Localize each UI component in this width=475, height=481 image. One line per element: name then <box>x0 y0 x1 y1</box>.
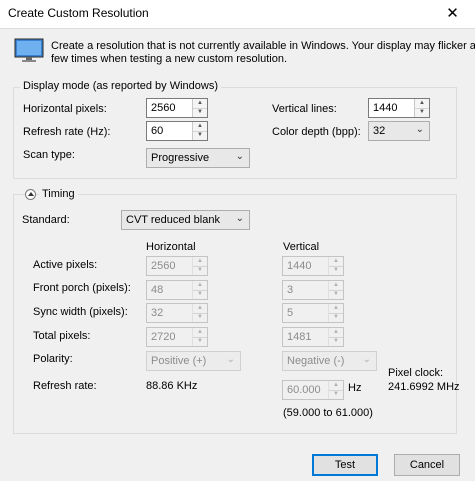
color-depth-value: 32 <box>373 125 386 137</box>
collapse-icon[interactable] <box>25 189 36 200</box>
vertical-lines-spinner[interactable]: 1440 ▲ ▼ <box>368 98 430 118</box>
intro-line-1: Create a resolution that is not currentl… <box>51 40 475 52</box>
active-pixels-label: Active pixels: <box>33 259 98 271</box>
color-depth-label: Color depth (bpp): <box>272 126 361 138</box>
front-porch-horizontal-value: 48 <box>151 284 164 296</box>
title-bar: Create Custom Resolution ✕ <box>0 0 475 28</box>
pixel-clock-label: Pixel clock: <box>388 367 444 379</box>
front-porch-horizontal-spinner: 48 ▲ ▼ <box>146 280 208 300</box>
total-pixels-horizontal-value: 2720 <box>151 331 176 343</box>
pixel-clock-value: 241.6992 MHz <box>388 381 460 393</box>
scan-type-label: Scan type: <box>23 149 75 161</box>
monitor-icon <box>14 38 44 62</box>
column-header-horizontal: Horizontal <box>146 241 196 253</box>
spin-down-icon: ▼ <box>333 314 339 320</box>
spin-down-icon[interactable]: ▼ <box>193 131 207 140</box>
spin-down-icon[interactable]: ▼ <box>193 108 207 117</box>
standard-label: Standard: <box>22 214 70 226</box>
polarity-horizontal-value: Positive (+) <box>151 355 207 367</box>
horizontal-pixels-value: 2560 <box>151 102 176 114</box>
horizontal-pixels-label: Horizontal pixels: <box>23 103 107 115</box>
chevron-down-icon: ⌄ <box>235 213 244 224</box>
front-porch-vertical-spinner: 3 ▲ ▼ <box>282 280 344 300</box>
polarity-horizontal-dropdown: Positive (+) ⌄ <box>146 351 241 371</box>
total-pixels-horizontal-spinner: 2720 ▲ ▼ <box>146 327 208 347</box>
sync-width-vertical-value: 5 <box>287 307 294 319</box>
total-pixels-vertical-spinner: 1481 ▲ ▼ <box>282 327 344 347</box>
color-depth-dropdown[interactable]: 32 ⌄ <box>368 121 430 141</box>
horizontal-refresh-rate-value: 88.86 KHz <box>146 380 198 392</box>
timing-refresh-rate-label: Refresh rate: <box>33 380 97 392</box>
active-pixels-horizontal-value: 2560 <box>151 260 176 272</box>
refresh-rate-unit: Hz <box>348 382 362 394</box>
column-header-vertical: Vertical <box>283 241 320 253</box>
active-pixels-vertical-value: 1440 <box>287 260 312 272</box>
refresh-rate-spinner[interactable]: 60 ▲ ▼ <box>146 121 208 141</box>
sync-width-label: Sync width (pixels): <box>33 306 128 318</box>
active-pixels-horizontal-spinner: 2560 ▲ ▼ <box>146 256 208 276</box>
spin-down-icon: ▼ <box>197 291 203 297</box>
vertical-refresh-rate-spinner: 60.000 ▲ ▼ <box>282 380 344 400</box>
polarity-vertical-value: Negative (-) <box>287 355 345 367</box>
vertical-lines-value: 1440 <box>373 102 398 114</box>
total-pixels-label: Total pixels: <box>33 330 91 342</box>
horizontal-pixels-spinner[interactable]: 2560 ▲ ▼ <box>146 98 208 118</box>
window-title: Create Custom Resolution <box>8 6 149 20</box>
scan-type-value: Progressive <box>151 152 210 164</box>
display-mode-group-title: Display mode (as reported by Windows) <box>20 80 222 92</box>
vertical-refresh-rate-value: 60.000 <box>287 384 321 396</box>
spin-down-icon: ▼ <box>333 391 339 397</box>
intro-line-2: few times when testing a new custom reso… <box>51 53 288 65</box>
chevron-down-icon: ⌄ <box>362 354 371 365</box>
timing-group-title[interactable]: Timing <box>39 188 78 200</box>
polarity-vertical-dropdown: Negative (-) ⌄ <box>282 351 377 371</box>
sync-width-vertical-spinner: 5 ▲ ▼ <box>282 303 344 323</box>
standard-dropdown[interactable]: CVT reduced blank ⌄ <box>121 210 250 230</box>
spin-down-icon: ▼ <box>333 338 339 344</box>
front-porch-label: Front porch (pixels): <box>33 282 131 294</box>
spin-down-icon: ▼ <box>197 338 203 344</box>
close-button[interactable]: ✕ <box>430 0 475 28</box>
total-pixels-vertical-value: 1481 <box>287 331 312 343</box>
chevron-down-icon: ⌄ <box>235 151 244 162</box>
active-pixels-vertical-spinner: 1440 ▲ ▼ <box>282 256 344 276</box>
spin-down-icon: ▼ <box>333 267 339 273</box>
standard-value: CVT reduced blank <box>126 214 220 226</box>
cancel-button[interactable]: Cancel <box>394 454 460 476</box>
vertical-lines-label: Vertical lines: <box>272 103 337 115</box>
spin-down-icon: ▼ <box>333 291 339 297</box>
chevron-down-icon: ⌄ <box>226 354 235 365</box>
refresh-rate-value: 60 <box>151 125 164 137</box>
scan-type-dropdown[interactable]: Progressive ⌄ <box>146 148 250 168</box>
polarity-label: Polarity: <box>33 353 73 365</box>
sync-width-horizontal-spinner: 32 ▲ ▼ <box>146 303 208 323</box>
test-button[interactable]: Test <box>312 454 378 476</box>
sync-width-horizontal-value: 32 <box>151 307 164 319</box>
spin-down-icon[interactable]: ▼ <box>415 108 429 117</box>
refresh-rate-label: Refresh rate (Hz): <box>23 126 111 138</box>
front-porch-vertical-value: 3 <box>287 284 294 296</box>
refresh-rate-range: (59.000 to 61.000) <box>283 407 373 419</box>
chevron-down-icon: ⌄ <box>415 124 424 135</box>
spin-down-icon: ▼ <box>197 314 203 320</box>
spin-down-icon: ▼ <box>197 267 203 273</box>
